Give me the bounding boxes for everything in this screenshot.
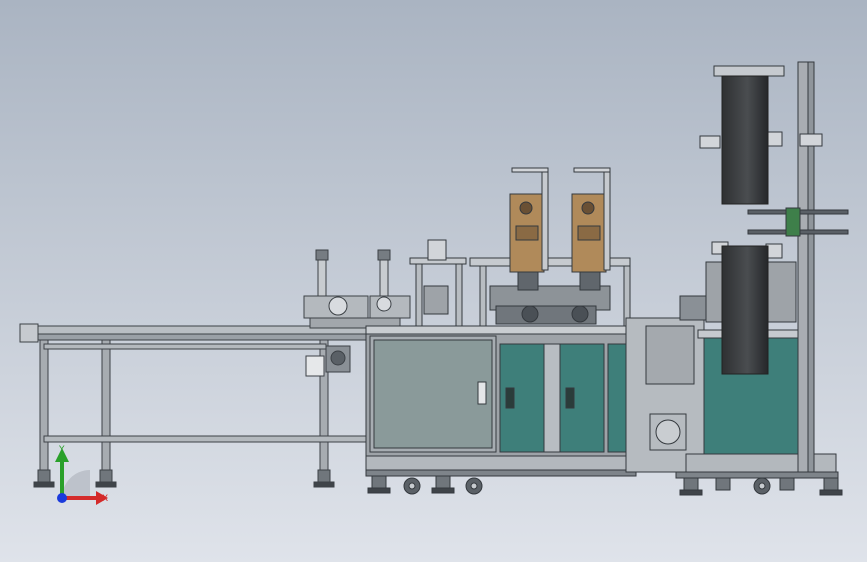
cabinet-top-plate: [365, 325, 637, 335]
foot-pad: [33, 481, 55, 488]
conveyor-foot: [37, 469, 51, 483]
door-handle: [477, 381, 487, 405]
conveyor-motor: [305, 355, 325, 377]
conveyor-leg: [101, 339, 111, 471]
frame-post: [543, 343, 561, 453]
panel-latch: [565, 387, 575, 409]
tower-column: [797, 61, 809, 473]
conveyor-foot: [99, 469, 113, 483]
conveyor-rail: [19, 333, 371, 341]
y-axis-label: Y: [58, 445, 65, 455]
fabric-roll-upper: [721, 75, 769, 205]
cabinet-base-rail: [365, 469, 637, 477]
conveyor-lower-rail: [43, 343, 327, 350]
control-door-window: [373, 339, 493, 449]
conveyor-leg: [39, 339, 49, 471]
fabric-roll-lower: [721, 245, 769, 375]
access-port: [655, 419, 681, 445]
foot-pad: [95, 481, 117, 488]
conveyor-end-roller: [19, 323, 39, 343]
foot-pad: [313, 481, 335, 488]
x-axis-label: X: [102, 494, 108, 504]
main-cabinet: [365, 325, 637, 477]
machine-drawing: Y X: [0, 0, 867, 562]
tower-column: [807, 61, 815, 473]
cad-viewport[interactable]: Y X: [0, 0, 867, 562]
panel-latch: [505, 387, 515, 409]
gearbox-shaft: [330, 350, 346, 366]
conveyor-crossbar: [43, 435, 371, 443]
conveyor-foot: [317, 469, 331, 483]
